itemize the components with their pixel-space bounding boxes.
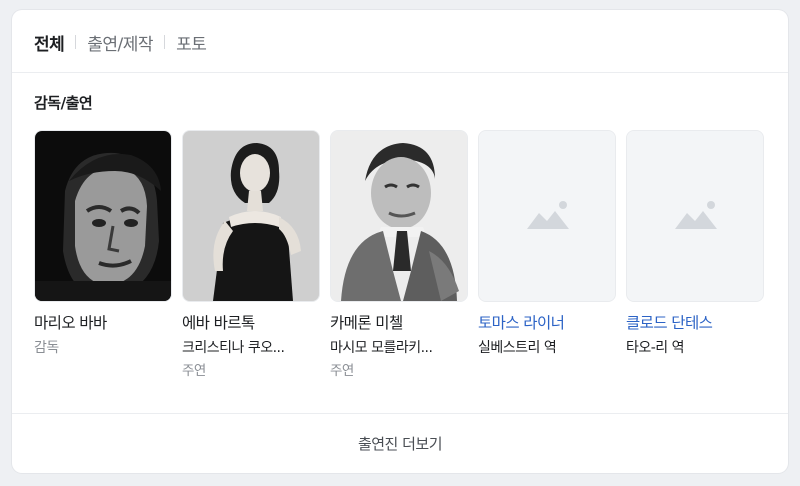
image-placeholder-icon	[627, 131, 763, 301]
portrait-photo	[331, 131, 467, 301]
portrait-photo	[183, 131, 319, 301]
person-card[interactable]: 에바 바르톡 크리스티나 쿠오... 주연	[182, 130, 320, 380]
tab-all[interactable]: 전체	[34, 30, 65, 55]
tab-cast-crew[interactable]: 출연/제작	[87, 30, 153, 55]
person-role: 감독	[34, 340, 59, 356]
cast-card: 전체 출연/제작 포토 감독/출연 마리오 바바 감독 에바 바르톡 크리스티나…	[12, 10, 788, 473]
person-name: 에바 바르톡	[182, 314, 255, 332]
person-card[interactable]: 토마스 라이너 실베스트리 역	[478, 130, 616, 358]
person-role: 크리스티나 쿠오...	[182, 340, 285, 356]
person-card[interactable]: 카메론 미첼 마시모 모를라키... 주연	[330, 130, 468, 380]
more-cast-button[interactable]: 출연진 더보기	[12, 414, 788, 473]
section-title: 감독/출연	[34, 94, 93, 112]
person-photo[interactable]	[182, 130, 320, 302]
person-photo[interactable]	[34, 130, 172, 302]
header-divider	[12, 72, 788, 73]
person-name: 카메론 미첼	[330, 314, 403, 332]
person-name-link[interactable]: 클로드 단테스	[626, 313, 764, 333]
person-photo[interactable]	[330, 130, 468, 302]
person-photo[interactable]	[478, 130, 616, 302]
person-role: 마시모 모를라키...	[330, 340, 433, 356]
person-name: 마리오 바바	[34, 314, 107, 332]
person-billing: 주연	[182, 363, 206, 379]
person-billing: 주연	[330, 363, 354, 379]
person-role: 실베스트리 역	[478, 340, 557, 356]
person-card[interactable]: 클로드 단테스 타오-리 역	[626, 130, 764, 358]
tab-separator	[164, 35, 166, 49]
tab-photos[interactable]: 포토	[176, 30, 207, 55]
tab-bar: 전체 출연/제작 포토	[34, 28, 207, 56]
person-role: 타오-리 역	[626, 340, 685, 356]
image-placeholder-icon	[479, 131, 615, 301]
tab-separator	[75, 35, 77, 49]
person-name-link[interactable]: 토마스 라이너	[478, 313, 616, 333]
portrait-photo	[35, 131, 171, 301]
person-photo[interactable]	[626, 130, 764, 302]
person-card[interactable]: 마리오 바바 감독	[34, 130, 172, 358]
